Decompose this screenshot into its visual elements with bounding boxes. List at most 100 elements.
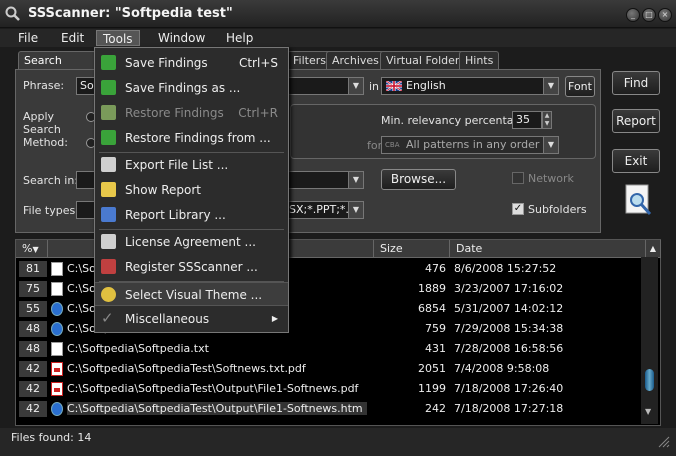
close-button[interactable]: ×	[658, 8, 672, 22]
relevancy-cell: 42	[19, 361, 47, 377]
menu-item-restore-findings[interactable]: Restore Findings Ctrl+R	[95, 101, 288, 125]
menu-bar: File Edit Tools Window Help	[0, 29, 676, 47]
file-types-label: File types:	[23, 204, 79, 217]
menu-item-label: Save Findings	[125, 56, 208, 70]
menu-item-restore-findings-from[interactable]: Restore Findings from ...	[95, 126, 288, 150]
menu-item-license-agreement[interactable]: License Agreement ...	[95, 230, 288, 254]
maximize-button[interactable]: □	[642, 8, 656, 22]
patterns-select[interactable]: CBA All patterns in any order ▼	[381, 136, 559, 154]
save-icon	[101, 55, 116, 70]
chevron-down-icon[interactable]: ▼	[348, 172, 363, 188]
menu-item-label: Select Visual Theme ...	[125, 288, 263, 302]
save-as-icon	[101, 80, 116, 95]
browse-button[interactable]: Browse...	[381, 169, 456, 190]
menu-item-label: License Agreement ...	[125, 235, 256, 249]
license-icon	[101, 234, 116, 249]
size-cell: 431	[425, 342, 446, 355]
menu-item-label: Miscellaneous	[125, 312, 210, 326]
language-select[interactable]: English ▼	[381, 77, 559, 95]
table-row[interactable]: 48 C:\Softpedia\Softpedia.txt 431 7/28/2…	[16, 339, 646, 359]
size-cell: 6854	[418, 302, 446, 315]
method-label: Method:	[23, 136, 68, 149]
menu-item-label: Export File List ...	[125, 158, 229, 172]
scroll-up-button[interactable]: ▲	[646, 240, 661, 258]
patterns-value: All patterns in any order	[406, 138, 540, 151]
size-cell: 1889	[418, 282, 446, 295]
date-cell: 7/29/2008 15:34:38	[454, 322, 564, 335]
restore-icon	[101, 105, 116, 120]
chevron-down-icon[interactable]: ▼	[348, 78, 363, 94]
date-cell: 3/23/2007 17:16:02	[454, 282, 564, 295]
column-header-relevancy[interactable]: %▼	[16, 240, 48, 258]
path-cell: C:\Softpedia\SoftpediaTest\Output\File1-…	[67, 382, 359, 395]
theme-palette-icon	[101, 287, 116, 302]
tab-search-phrase[interactable]: Search Phrase	[18, 51, 98, 84]
relevancy-input[interactable]: 35	[512, 111, 542, 129]
phrase-value: So	[80, 79, 94, 92]
pattern-icon: CBA	[385, 141, 400, 149]
table-row[interactable]: 42 C:\Softpedia\SoftpediaTest\Softnews.t…	[16, 359, 646, 379]
title-bar[interactable]: SSScanner: "Softpedia test" _ □ ×	[0, 0, 676, 28]
exit-button[interactable]: Exit	[612, 149, 660, 173]
relevancy-cell: 48	[19, 341, 47, 357]
scroll-down-button[interactable]: ▼	[645, 407, 651, 416]
menu-item-report-library[interactable]: Report Library ...	[95, 203, 288, 227]
text-file-icon	[51, 262, 63, 276]
menu-item-label: Restore Findings	[125, 106, 224, 120]
minimize-button[interactable]: _	[626, 8, 640, 22]
menu-item-save-findings-as[interactable]: Save Findings as ...	[95, 76, 288, 100]
tab-archives[interactable]: Archives	[326, 51, 385, 69]
register-icon	[101, 259, 116, 274]
relevancy-cell: 42	[19, 401, 47, 417]
date-cell: 7/4/2008 9:58:08	[454, 362, 550, 375]
apply-label: Apply	[23, 110, 55, 123]
menu-item-register[interactable]: Register SSScanner ...	[95, 255, 288, 279]
chevron-down-icon[interactable]: ▼	[348, 202, 363, 218]
network-checkbox[interactable]	[512, 172, 524, 184]
menu-tools[interactable]: Tools	[96, 30, 140, 46]
menu-item-label: Show Report	[125, 183, 201, 197]
magnifier-document-icon	[625, 184, 652, 216]
path-cell: C:\Softpedia\SoftpediaTest\Softnews.txt.…	[67, 362, 306, 375]
size-cell: 1199	[418, 382, 446, 395]
relevancy-stepper[interactable]: ▲ ▼	[542, 111, 552, 129]
table-row[interactable]: 42 C:\Softpedia\SoftpediaTest\Output\Fil…	[16, 399, 646, 419]
report-button[interactable]: Report	[612, 109, 660, 133]
scrollbar-thumb[interactable]	[645, 369, 654, 391]
menu-window[interactable]: Window	[152, 30, 211, 46]
menu-edit[interactable]: Edit	[55, 30, 90, 46]
subfolders-checkbox[interactable]: ✓	[512, 203, 524, 215]
column-relevancy-label: %	[22, 242, 33, 255]
for-label: for	[367, 139, 383, 152]
size-cell: 759	[425, 322, 446, 335]
menu-item-export-file-list[interactable]: Export File List ...	[95, 153, 288, 177]
relevancy-cell: 75	[19, 281, 47, 297]
chevron-down-icon[interactable]: ▼	[543, 137, 558, 153]
report-icon	[101, 182, 116, 197]
column-header-date[interactable]: Date	[450, 240, 646, 258]
chevron-down-icon[interactable]: ▼	[543, 78, 558, 94]
network-label: Network	[528, 172, 574, 185]
relevancy-label: Min. relevancy percentage:	[381, 114, 531, 127]
menu-item-shortcut: Ctrl+R	[238, 106, 278, 120]
submenu-arrow-icon: ▶	[271, 314, 278, 323]
tab-hints[interactable]: Hints	[459, 51, 500, 69]
app-icon	[5, 6, 20, 21]
font-button[interactable]: Font	[565, 76, 595, 97]
menu-item-label: Restore Findings from ...	[125, 131, 271, 145]
find-button[interactable]: Find	[612, 71, 660, 95]
menu-item-shortcut: Ctrl+S	[238, 56, 278, 70]
menu-item-show-report[interactable]: Show Report	[95, 178, 288, 202]
menu-file[interactable]: File	[12, 30, 44, 46]
date-cell: 7/18/2008 17:26:40	[454, 382, 564, 395]
menu-item-select-visual-theme[interactable]: Select Visual Theme ...	[95, 282, 288, 306]
window-title: SSScanner: "Softpedia test"	[28, 6, 233, 21]
menu-help[interactable]: Help	[220, 30, 259, 46]
tab-virtual-folders[interactable]: Virtual Folders	[380, 51, 472, 69]
table-row[interactable]: 42 C:\Softpedia\SoftpediaTest\Output\Fil…	[16, 379, 646, 399]
vertical-scrollbar[interactable]: ▼	[641, 257, 658, 424]
menu-item-save-findings[interactable]: Save Findings Ctrl+S	[95, 51, 288, 75]
column-header-size[interactable]: Size	[374, 240, 450, 258]
menu-item-miscellaneous[interactable]: ✓ Miscellaneous ▶	[95, 307, 288, 331]
resize-grip-icon[interactable]	[656, 434, 670, 448]
